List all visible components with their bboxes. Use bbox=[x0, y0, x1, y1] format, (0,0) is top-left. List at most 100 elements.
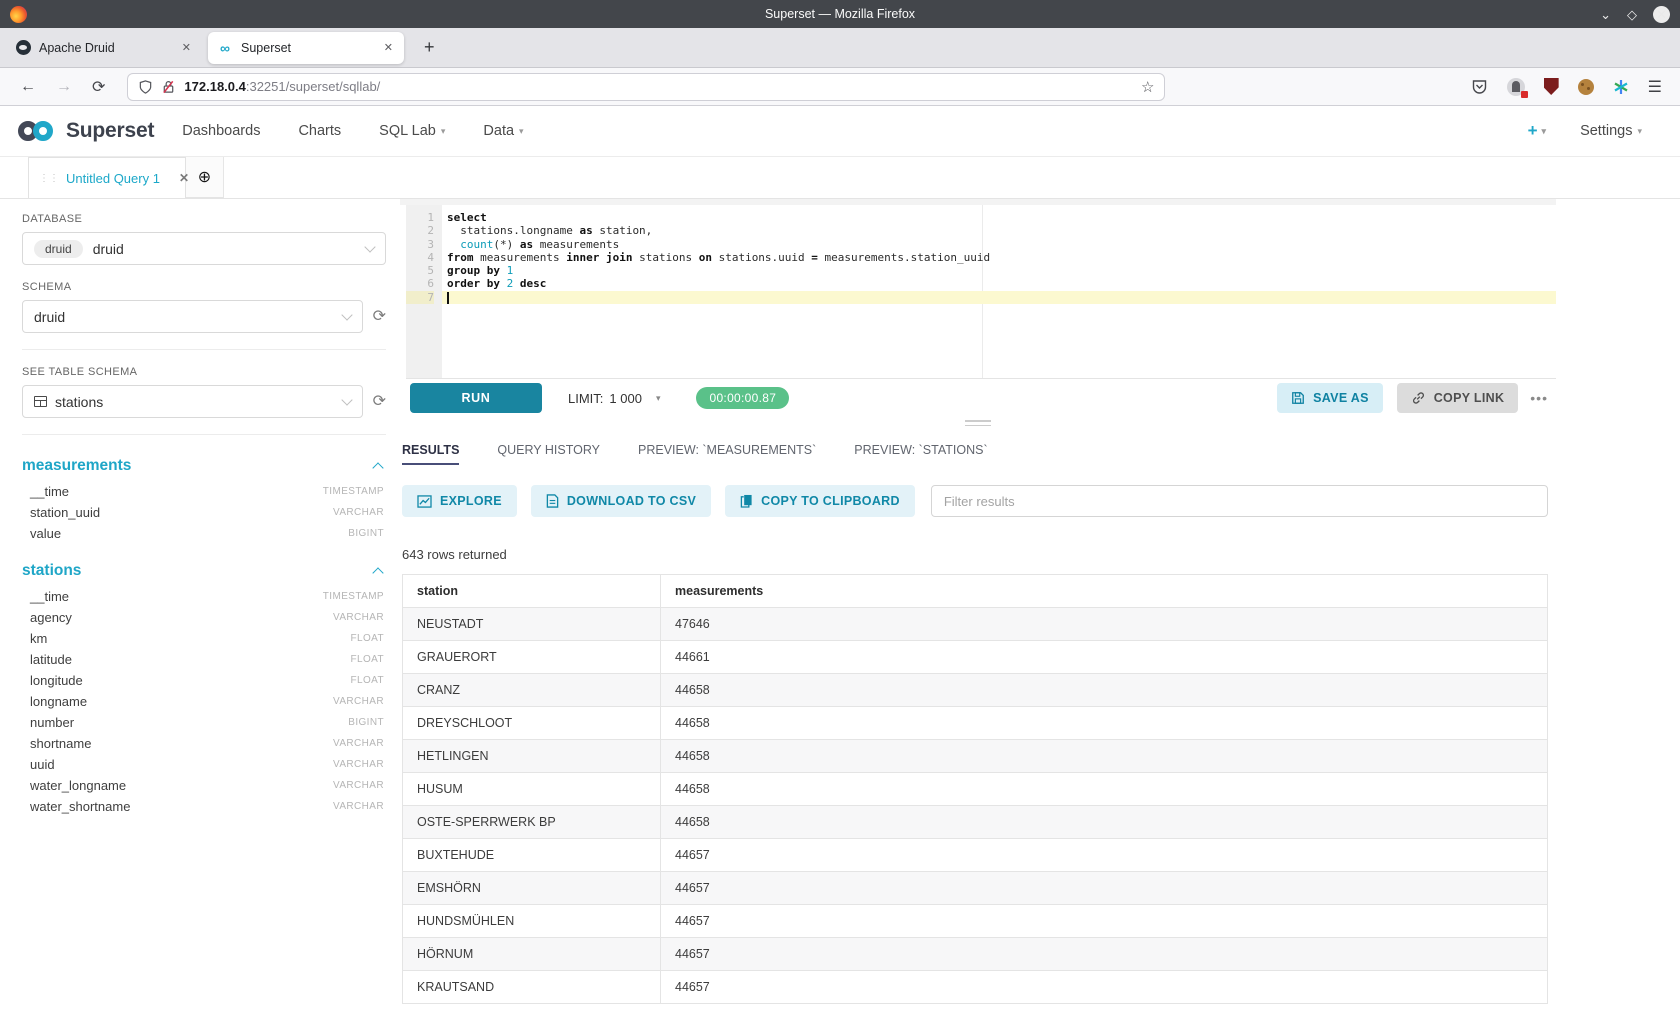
tab-query-history[interactable]: QUERY HISTORY bbox=[497, 443, 600, 465]
insecure-lock-icon[interactable] bbox=[161, 79, 176, 95]
table-row[interactable]: BUXTEHUDE44657 bbox=[403, 839, 1548, 872]
gutter-line-number: 6 bbox=[406, 277, 434, 290]
tab-preview-measurements[interactable]: PREVIEW: `MEASUREMENTS` bbox=[638, 443, 816, 465]
menu-icon[interactable]: ☰ bbox=[1648, 77, 1662, 97]
browser-tab-superset[interactable]: ∞ Superset ✕ bbox=[208, 32, 404, 64]
text-cursor bbox=[447, 292, 449, 304]
explore-button[interactable]: EXPLORE bbox=[402, 485, 517, 517]
code-line[interactable]: from measurements inner join stations on… bbox=[442, 251, 1556, 264]
sqllab-main-pane: 1234567 select stations.longname as stat… bbox=[400, 199, 1556, 1012]
copy-to-clipboard-button[interactable]: COPY TO CLIPBOARD bbox=[725, 485, 915, 517]
pocket-icon[interactable] bbox=[1471, 79, 1488, 95]
tab-close-icon[interactable]: ✕ bbox=[180, 41, 193, 54]
table-row[interactable]: KRAUTSAND44657 bbox=[403, 971, 1548, 1004]
refresh-schema-icon[interactable]: ⟳ bbox=[373, 309, 386, 325]
add-query-tab-button[interactable]: ⊕ bbox=[186, 157, 224, 198]
column-header-station[interactable]: station bbox=[403, 575, 661, 608]
schema-column-row: longnameVARCHAR bbox=[22, 691, 386, 712]
gutter-line-number: 3 bbox=[406, 238, 434, 251]
tab-results[interactable]: RESULTS bbox=[402, 443, 459, 465]
table-row[interactable]: HÖRNUM44657 bbox=[403, 938, 1548, 971]
schema-table-header[interactable]: measurements bbox=[22, 451, 386, 481]
bookmark-star-icon[interactable]: ☆ bbox=[1141, 78, 1154, 96]
code-line[interactable]: select bbox=[442, 211, 1556, 224]
superset-navbar: Superset Dashboards Charts SQL Lab▾ Data… bbox=[0, 106, 1680, 157]
file-icon bbox=[546, 494, 559, 508]
save-as-button[interactable]: SAVE AS bbox=[1277, 383, 1383, 413]
nav-dashboards[interactable]: Dashboards bbox=[182, 123, 260, 139]
brand-wordmark: Superset bbox=[66, 119, 154, 143]
url-bar[interactable]: 172.18.0.4:32251/superset/sqllab/ ☆ bbox=[127, 73, 1165, 101]
chevron-down-icon: ▾ bbox=[1542, 126, 1547, 137]
code-line[interactable]: stations.longname as station, bbox=[442, 224, 1556, 237]
table-row[interactable]: CRANZ44658 bbox=[403, 674, 1548, 707]
schema-table-stations: stations__timeTIMESTAMPagencyVARCHARkmFL… bbox=[22, 556, 386, 817]
editor-toolbar: RUN LIMIT: 1 000 ▾ 00:00:00.87 SAVE AS bbox=[400, 379, 1556, 417]
shield-icon[interactable] bbox=[138, 79, 153, 95]
schema-select[interactable]: druid bbox=[22, 300, 363, 333]
save-icon bbox=[1291, 391, 1305, 405]
window-maximize-icon[interactable]: ◇ bbox=[1627, 8, 1637, 21]
new-tab-button[interactable]: + bbox=[418, 37, 441, 58]
cookie-icon[interactable] bbox=[1578, 79, 1594, 95]
drag-handle-icon[interactable]: ⋮⋮ bbox=[39, 173, 59, 184]
results-actions: EXPLORE DOWNLOAD TO CSV bbox=[402, 485, 1548, 517]
ublock-shield-icon[interactable] bbox=[1544, 78, 1559, 95]
run-button[interactable]: RUN bbox=[410, 383, 542, 413]
tab-close-icon[interactable]: ✕ bbox=[382, 41, 395, 54]
copy-link-button[interactable]: COPY LINK bbox=[1397, 383, 1519, 413]
table-row[interactable]: OSTE-SPERRWERK BP44658 bbox=[403, 806, 1548, 839]
asterisk-extension-icon[interactable] bbox=[1613, 79, 1629, 95]
window-minimize-icon[interactable]: ⌄ bbox=[1600, 8, 1611, 21]
table-row[interactable]: HETLINGEN44658 bbox=[403, 740, 1548, 773]
limit-dropdown[interactable]: LIMIT: 1 000 ▾ bbox=[568, 391, 660, 406]
table-row[interactable]: HUNDSMÜHLEN44657 bbox=[403, 905, 1548, 938]
superset-logo[interactable]: Superset bbox=[16, 119, 154, 143]
browser-tab-apache-druid[interactable]: Apache Druid ✕ bbox=[6, 32, 202, 64]
query-tab-untitled-1[interactable]: ⋮⋮ Untitled Query 1 ✕ bbox=[28, 157, 186, 198]
column-header-measurements[interactable]: measurements bbox=[661, 575, 1548, 608]
editor-code-area[interactable]: select stations.longname as station, cou… bbox=[442, 205, 1556, 378]
window-close-icon[interactable]: ✕ bbox=[1653, 6, 1670, 23]
tab-preview-stations[interactable]: PREVIEW: `STATIONS` bbox=[854, 443, 987, 465]
table-row[interactable]: HUSUM44658 bbox=[403, 773, 1548, 806]
code-line[interactable]: order by 2 desc bbox=[442, 277, 1556, 290]
nav-data[interactable]: Data▾ bbox=[483, 123, 523, 139]
table-row[interactable]: EMSHÖRN44657 bbox=[403, 872, 1548, 905]
code-line[interactable]: count(*) as measurements bbox=[442, 238, 1556, 251]
url-text[interactable]: 172.18.0.4:32251/superset/sqllab/ bbox=[184, 79, 1135, 94]
query-tabstrip: ⋮⋮ Untitled Query 1 ✕ ⊕ bbox=[0, 157, 1680, 199]
nav-sql-lab[interactable]: SQL Lab▾ bbox=[379, 123, 445, 139]
schema-column-row: __timeTIMESTAMP bbox=[22, 481, 386, 502]
pane-splitter[interactable] bbox=[400, 417, 1556, 431]
database-select[interactable]: druid druid bbox=[22, 232, 386, 265]
reload-button[interactable]: ⟳ bbox=[82, 77, 115, 97]
table-select[interactable]: stations bbox=[22, 385, 363, 418]
chevron-down-icon: ▾ bbox=[656, 393, 661, 404]
new-item-button[interactable]: +▾ bbox=[1528, 121, 1546, 141]
collapse-icon[interactable] bbox=[372, 567, 383, 578]
chevron-down-icon: ▾ bbox=[1637, 126, 1642, 137]
schema-table-header[interactable]: stations bbox=[22, 556, 386, 586]
table-row[interactable]: DREYSCHLOOT44658 bbox=[403, 707, 1548, 740]
code-line[interactable] bbox=[442, 291, 1556, 304]
nav-charts[interactable]: Charts bbox=[298, 123, 341, 139]
schema-label: SCHEMA bbox=[22, 281, 386, 293]
collapse-icon[interactable] bbox=[372, 462, 383, 473]
extension-avatar-icon[interactable] bbox=[1507, 78, 1525, 96]
table-row[interactable]: GRAUERORT44661 bbox=[403, 641, 1548, 674]
close-icon[interactable]: ✕ bbox=[179, 171, 189, 185]
refresh-table-icon[interactable]: ⟳ bbox=[373, 394, 386, 410]
more-options-button[interactable]: ••• bbox=[1530, 390, 1548, 406]
schema-column-row: latitudeFLOAT bbox=[22, 649, 386, 670]
gutter-line-number: 1 bbox=[406, 211, 434, 224]
settings-menu[interactable]: Settings▾ bbox=[1580, 123, 1642, 139]
code-line[interactable]: group by 1 bbox=[442, 264, 1556, 277]
sql-editor[interactable]: 1234567 select stations.longname as stat… bbox=[406, 205, 1556, 379]
table-row[interactable]: NEUSTADT47646 bbox=[403, 608, 1548, 641]
back-button[interactable]: ← bbox=[10, 78, 46, 96]
download-csv-button[interactable]: DOWNLOAD TO CSV bbox=[531, 485, 711, 517]
filter-results-input[interactable] bbox=[931, 485, 1548, 517]
schema-table-name: stations bbox=[22, 562, 374, 580]
results-header-row: station measurements bbox=[403, 575, 1548, 608]
